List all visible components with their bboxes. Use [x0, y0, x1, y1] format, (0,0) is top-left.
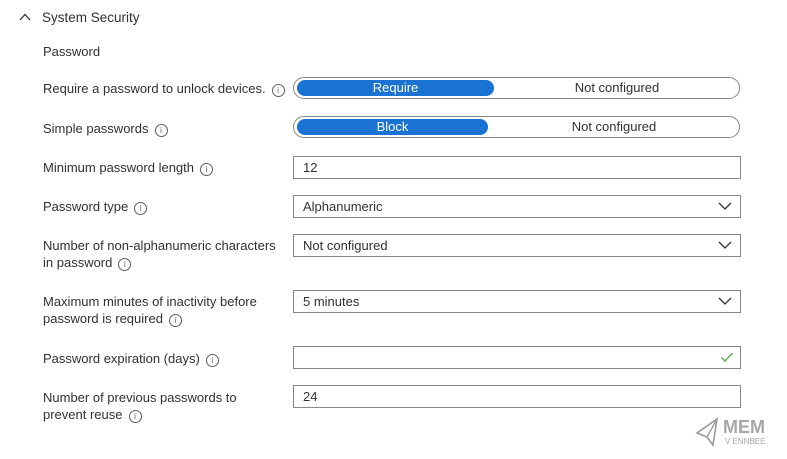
non-alnum-label: Number of non-alphanumeric characters in… — [43, 238, 276, 271]
max-inactivity-label: Maximum minutes of inactivity before pas… — [43, 294, 257, 327]
min-length-label: Minimum password length i — [43, 159, 288, 176]
info-icon[interactable]: i — [168, 314, 182, 327]
min-length-input[interactable]: 12 — [293, 156, 741, 179]
toggle-option-not-configured[interactable]: Not configured — [508, 119, 720, 135]
chevron-down-icon — [718, 202, 732, 210]
require-password-label: Require a password to unlock devices. i — [43, 80, 288, 97]
toggle-option-block[interactable]: Block — [297, 119, 488, 135]
previous-passwords-label: Number of previous passwords to prevent … — [43, 390, 237, 423]
expiration-label: Password expiration (days) i — [43, 350, 288, 367]
simple-passwords-toggle[interactable]: Block Not configured — [293, 116, 740, 138]
require-password-toggle[interactable]: Require Not configured — [293, 77, 740, 99]
password-type-label: Password type i — [43, 198, 288, 215]
section-header-system-security[interactable]: System Security — [18, 8, 140, 26]
info-icon[interactable]: i — [200, 163, 214, 176]
non-alnum-dropdown[interactable]: Not configured — [293, 234, 741, 257]
simple-passwords-label: Simple passwords i — [43, 120, 288, 137]
info-icon[interactable]: i — [271, 84, 285, 97]
toggle-option-not-configured[interactable]: Not configured — [514, 80, 720, 96]
chevron-up-icon — [19, 13, 31, 21]
previous-passwords-input[interactable]: 24 — [293, 385, 741, 408]
expiration-input[interactable] — [293, 346, 741, 369]
chevron-down-icon — [718, 241, 732, 249]
info-icon[interactable]: i — [118, 258, 132, 271]
info-icon[interactable]: i — [128, 410, 142, 423]
info-icon[interactable]: i — [154, 124, 168, 137]
memvennbee-logo: MEM V ENNBEE — [695, 417, 765, 448]
info-icon[interactable]: i — [134, 202, 148, 215]
max-inactivity-dropdown[interactable]: 5 minutes — [293, 290, 741, 313]
svg-text:MEM: MEM — [723, 417, 765, 437]
password-type-dropdown[interactable]: Alphanumeric — [293, 195, 741, 218]
info-icon[interactable]: i — [205, 354, 219, 367]
checkmark-icon — [721, 352, 734, 363]
password-subheading: Password — [43, 44, 101, 59]
toggle-option-require[interactable]: Require — [297, 80, 494, 96]
chevron-down-icon — [718, 297, 732, 305]
section-title: System Security — [42, 9, 140, 25]
svg-text:V ENNBEE: V ENNBEE — [725, 437, 765, 446]
